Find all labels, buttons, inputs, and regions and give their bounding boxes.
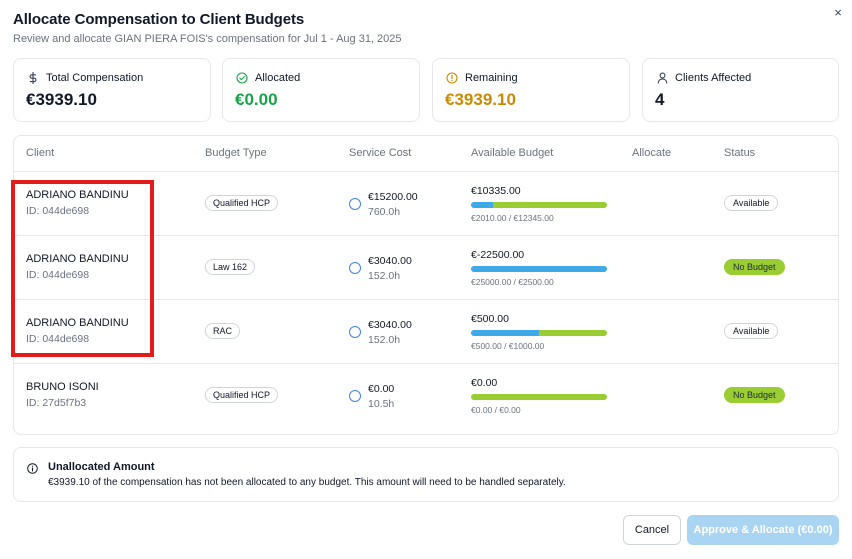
budget-ratio: €25000.00 / €2500.00 <box>471 277 554 287</box>
clients-affected-label: Clients Affected <box>675 72 752 84</box>
status-badge: No Budget <box>724 259 785 275</box>
clients-affected-value: 4 <box>655 90 665 109</box>
table-row: BRUNO ISONI ID: 27d5f7b3 Qualified HCP €… <box>14 364 838 428</box>
allocate-dialog: Allocate Compensation to Client Budgets … <box>0 0 852 559</box>
allocated-value: €0.00 <box>235 90 278 109</box>
budget-progress-fill <box>471 330 539 336</box>
budget-progress-fill <box>471 202 494 208</box>
user-icon <box>656 72 668 84</box>
total-compensation-card: Total Compensation €3939.10 <box>13 58 211 122</box>
header-status: Status <box>724 147 756 159</box>
alert-circle-icon <box>446 72 458 84</box>
service-cost: €0.00 <box>368 383 395 395</box>
header-budget-type: Budget Type <box>205 147 267 159</box>
budget-type-badge: Law 162 <box>205 259 256 275</box>
select-radio[interactable] <box>349 390 361 402</box>
service-hours: 152.0h <box>368 270 401 282</box>
budget-progress-bar <box>471 330 607 336</box>
service-hours: 760.0h <box>368 206 401 218</box>
header-available-budget: Available Budget <box>471 147 554 159</box>
available-budget: €-22500.00 <box>471 249 525 261</box>
budget-ratio: €500.00 / €1000.00 <box>471 341 545 351</box>
header-service-cost: Service Cost <box>349 147 412 159</box>
header-client: Client <box>26 147 55 159</box>
available-budget: €500.00 <box>471 313 509 325</box>
budget-type-badge: Qualified HCP <box>205 387 279 403</box>
table-row: ADRIANO BANDINU ID: 044de698 Law 162 €30… <box>14 236 838 300</box>
notice-text: €3939.10 of the compensation has not bee… <box>48 477 566 488</box>
service-cost: €3040.00 <box>368 255 412 267</box>
service-cost: €15200.00 <box>368 191 418 203</box>
client-id: ID: 044de698 <box>26 205 90 217</box>
dollar-icon <box>27 72 39 84</box>
client-name: ADRIANO BANDINU <box>26 317 129 329</box>
approve-allocate-button[interactable]: Approve & Allocate (€0.00) <box>687 515 839 545</box>
cancel-button[interactable]: Cancel <box>623 515 681 545</box>
service-cost: €3040.00 <box>368 319 412 331</box>
dialog-title: Allocate Compensation to Client Budgets <box>13 11 305 28</box>
status-badge: No Budget <box>724 387 785 403</box>
check-circle-icon <box>236 72 248 84</box>
clients-affected-card: Clients Affected 4 <box>642 58 839 122</box>
table-row: ADRIANO BANDINU ID: 044de698 RAC €3040.0… <box>14 300 838 364</box>
budget-type-badge: RAC <box>205 323 241 339</box>
select-radio[interactable] <box>349 262 361 274</box>
client-id: ID: 044de698 <box>26 269 90 281</box>
table-row: ADRIANO BANDINU ID: 044de698 Qualified H… <box>14 172 838 236</box>
budget-progress-bar <box>471 394 607 400</box>
table-header: Client Budget Type Service Cost Availabl… <box>14 136 838 172</box>
total-compensation-label: Total Compensation <box>46 72 144 84</box>
summary-cards: Total Compensation €3939.10 Allocated €0… <box>13 58 839 122</box>
budget-ratio: €0.00 / €0.00 <box>471 405 521 415</box>
total-compensation-value: €3939.10 <box>26 90 97 109</box>
select-radio[interactable] <box>349 326 361 338</box>
client-name: ADRIANO BANDINU <box>26 189 129 201</box>
remaining-value: €3939.10 <box>445 90 516 109</box>
client-id: ID: 27d5f7b3 <box>26 397 87 409</box>
client-name: ADRIANO BANDINU <box>26 253 129 265</box>
header-allocate: Allocate <box>632 147 672 159</box>
available-budget: €0.00 <box>471 377 498 389</box>
available-budget: €10335.00 <box>471 185 521 197</box>
service-hours: 10.5h <box>368 398 395 410</box>
status-badge: Available <box>724 323 779 339</box>
client-name: BRUNO ISONI <box>26 381 99 393</box>
notice-title: Unallocated Amount <box>48 461 155 473</box>
dialog-subtitle: Review and allocate GIAN PIERA FOIS's co… <box>13 33 402 45</box>
info-icon <box>27 461 38 474</box>
allocated-label: Allocated <box>255 72 301 84</box>
dialog-header: Allocate Compensation to Client Budgets … <box>13 11 402 45</box>
budget-ratio: €2010.00 / €12345.00 <box>471 213 554 223</box>
unallocated-notice: Unallocated Amount €3939.10 of the compe… <box>13 447 839 502</box>
remaining-label: Remaining <box>465 72 518 84</box>
select-radio[interactable] <box>349 198 361 210</box>
budget-progress-bar <box>471 266 607 272</box>
close-icon[interactable]: × <box>830 5 846 21</box>
allocated-card: Allocated €0.00 <box>222 58 420 122</box>
budget-progress-bar <box>471 202 607 208</box>
service-hours: 152.0h <box>368 334 401 346</box>
remaining-card: Remaining €3939.10 <box>432 58 630 122</box>
client-id: ID: 044de698 <box>26 333 90 345</box>
allocation-table: Client Budget Type Service Cost Availabl… <box>13 135 839 435</box>
budget-progress-fill <box>471 266 607 272</box>
status-badge: Available <box>724 195 779 211</box>
budget-type-badge: Qualified HCP <box>205 195 279 211</box>
